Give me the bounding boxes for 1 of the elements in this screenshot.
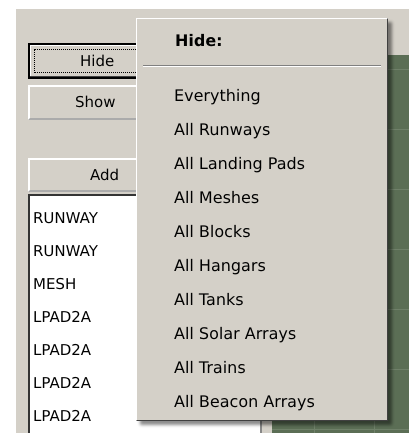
menu-title: Hide: (174, 30, 223, 52)
